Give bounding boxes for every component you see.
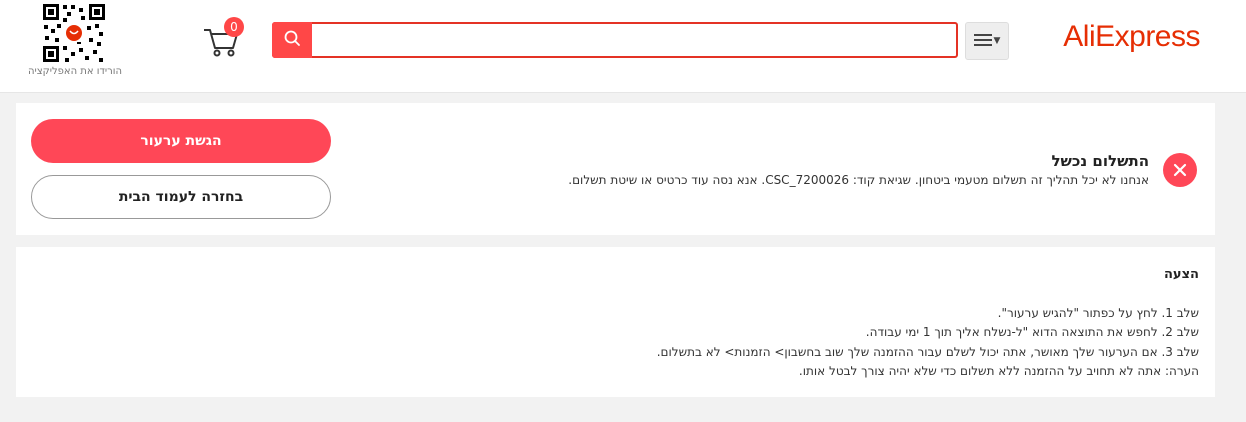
top-header: AliExpress ▼ 0 הורידו את האפליקציה xyxy=(0,0,1246,93)
suggestion-note: הערה: אתה לא תחויב על ההזמנה ללא תשלום כ… xyxy=(798,364,1199,378)
payment-failed-title: התשלום נכשל xyxy=(1051,152,1149,170)
search-icon xyxy=(283,29,301,51)
suggestion-step-1: שלב 1. לחץ על כפתור "להגיש ערעור". xyxy=(997,306,1199,320)
categories-menu-button[interactable]: ▼ xyxy=(965,22,1009,60)
suggestion-step-3: שלב 3. אם הערעור שלך מאושר, אתה יכול לשל… xyxy=(656,345,1199,359)
aliexpress-logo[interactable]: AliExpress xyxy=(1063,20,1200,54)
search-button[interactable] xyxy=(272,22,312,58)
cart-count-badge: 0 xyxy=(224,17,244,37)
suggestion-step-2: שלב 2. לחפש את התוצאה הדוא "ל-נשלח אליך … xyxy=(865,325,1199,339)
submit-appeal-button[interactable]: הגשת ערעור xyxy=(31,119,331,163)
close-circle-icon xyxy=(1163,153,1197,187)
payment-failed-message: אנחנו לא יכל תהליך זה תשלום מטעמי ביטחון… xyxy=(568,173,1149,187)
chevron-down-icon: ▼ xyxy=(993,36,1001,46)
qr-code-icon[interactable] xyxy=(41,2,107,64)
app-download-caption: הורידו את האפליקציה xyxy=(27,66,123,77)
hamburger-menu-icon xyxy=(973,32,992,51)
back-to-home-button[interactable]: בחזרה לעמוד הבית xyxy=(31,175,331,219)
suggestion-title: הצעה xyxy=(1163,267,1199,282)
shopping-cart-icon xyxy=(200,29,240,62)
search-input[interactable] xyxy=(272,22,958,58)
